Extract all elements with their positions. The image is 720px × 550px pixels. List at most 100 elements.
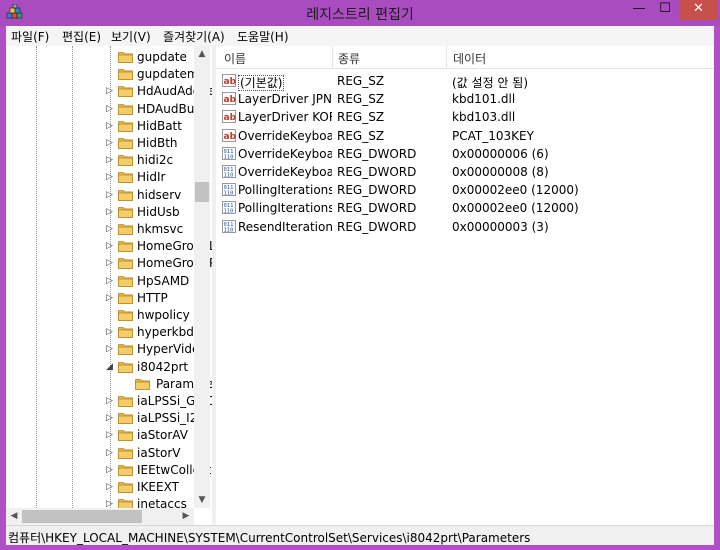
svg-text:110: 110	[224, 227, 234, 233]
tree-key-label[interactable]: IKEEXT	[137, 480, 179, 494]
tree-key-label[interactable]: hwpolicy	[137, 308, 190, 322]
tree-vertical-scrollbar[interactable]: ▲ ▼	[194, 46, 210, 508]
value-row[interactable]: 011 110 PollingIterations REG_DWORD 0x00002e…	[216, 181, 714, 199]
collapse-arrow-icon[interactable]: ◢	[106, 362, 113, 372]
column-header-data[interactable]: 데이터	[453, 50, 486, 67]
expand-arrow-icon[interactable]: ▷	[106, 327, 113, 337]
horizontal-scroll-thumb[interactable]	[22, 510, 142, 523]
expand-arrow-icon[interactable]: ▷	[106, 258, 113, 268]
value-name-cell: LayerDriver JPN	[238, 92, 332, 106]
maximize-button[interactable]: ☐	[652, 0, 678, 20]
menu-file[interactable]: 파일(F)	[11, 28, 49, 45]
column-header-type[interactable]: 종류	[338, 50, 360, 67]
expand-arrow-icon[interactable]: ▷	[106, 155, 113, 165]
menu-view[interactable]: 보기(V)	[111, 28, 151, 45]
minimize-button[interactable]: —	[626, 0, 652, 20]
expand-arrow-icon[interactable]: ▷	[106, 448, 113, 458]
expand-arrow-icon[interactable]: ▷	[106, 224, 113, 234]
value-data: 0x00002ee0 (12000)	[452, 183, 579, 198]
value-row[interactable]: 011 110 ResendIterations REG_DWORD 0x0000000…	[216, 218, 714, 236]
value-row[interactable]: 011110OverrideKeyboa... REG_DWORD 0x000000…	[216, 163, 714, 181]
tree-key-label[interactable]: iaStorV	[137, 446, 181, 460]
folder-icon	[118, 189, 133, 201]
expand-arrow-icon[interactable]: ▷	[106, 104, 113, 114]
tree-key-label[interactable]: HpSAMD	[137, 274, 189, 288]
binary-value-icon: 011 110	[222, 201, 236, 215]
expand-arrow-icon[interactable]: ▷	[106, 138, 113, 148]
expand-arrow-icon[interactable]: ▷	[106, 293, 113, 303]
key-tree-pane[interactable]: gupdategupdatem▷HdAudAddService▷HDAudBus…	[6, 46, 213, 525]
expand-arrow-icon[interactable]: ▷	[106, 86, 113, 96]
binary-value-icon: 011 110	[222, 219, 236, 233]
value-row[interactable]: ab (기본값) REG_SZ (값 설정 안 됨)	[216, 72, 714, 91]
expand-arrow-icon[interactable]: ▷	[106, 396, 113, 406]
value-data: kbd103.dll	[452, 110, 516, 125]
folder-icon	[118, 326, 133, 339]
binary-value-icon: 011 110	[222, 183, 236, 197]
close-button[interactable]: ✕	[679, 0, 718, 20]
string-value-icon: ab	[222, 110, 237, 124]
value-type: REG_SZ	[337, 110, 385, 125]
tree-key-label[interactable]: iaStorAV	[137, 428, 188, 442]
tree-key-label[interactable]: HDAudBus	[137, 102, 201, 116]
scroll-down-arrow-icon[interactable]: ▼	[194, 492, 210, 508]
expand-arrow-icon[interactable]: ▷	[106, 121, 113, 131]
svg-text:110: 110	[224, 154, 234, 160]
value-data: 0x00002ee0 (12000)	[452, 201, 579, 216]
values-list-pane[interactable]: 이름 종류 데이터 ab (기본값) REG_SZ (값 설정 안 됨) ab Layer…	[216, 46, 714, 525]
folder-icon	[118, 395, 133, 407]
expand-arrow-icon[interactable]: ▷	[106, 344, 113, 354]
tree-key-label[interactable]: hidi2c	[137, 153, 173, 167]
folder-icon	[118, 257, 133, 270]
column-header-name[interactable]: 이름	[224, 50, 246, 67]
folder-icon	[118, 429, 133, 442]
folder-icon	[118, 343, 133, 356]
value-type: REG_SZ	[337, 92, 385, 107]
expand-arrow-icon[interactable]: ▷	[106, 465, 113, 475]
value-name: PollingIterations	[238, 183, 332, 198]
expand-arrow-icon[interactable]: ▷	[106, 207, 113, 217]
tree-key-label[interactable]: i8042prt	[137, 360, 188, 374]
scroll-left-arrow-icon[interactable]: ◀	[6, 508, 22, 525]
tree-key-label[interactable]: HidUsb	[137, 205, 180, 219]
expand-arrow-icon[interactable]: ▷	[106, 413, 113, 423]
tree-key-label[interactable]: hyperkbd	[137, 325, 194, 339]
status-path: 컴퓨터\HKEY_LOCAL_MACHINE\SYSTEM\CurrentCon…	[8, 531, 531, 545]
scroll-right-arrow-icon[interactable]: ▶	[178, 508, 194, 525]
window-title: 레지스트리 편집기	[306, 7, 414, 23]
expand-arrow-icon[interactable]: ▷	[106, 430, 113, 440]
value-row[interactable]: ab LayerDriver JPN REG_SZ kbd101.dll	[216, 90, 714, 108]
tree-key-label[interactable]: hidserv	[137, 188, 181, 202]
expand-arrow-icon[interactable]: ▷	[106, 241, 113, 251]
tree-key-label[interactable]: HidIr	[137, 170, 165, 184]
value-row[interactable]: 011110OverrideKeyboa... REG_DWORD 0x000000…	[216, 145, 714, 163]
value-name-cell: PollingIterations	[238, 183, 332, 197]
binary-value-icon: 011 110	[222, 165, 236, 179]
tree-key-label[interactable]: HidBatt	[137, 119, 182, 133]
tree-key-label[interactable]: gupdatem	[137, 67, 199, 81]
tree-key-label[interactable]: HTTP	[137, 291, 168, 305]
expand-arrow-icon[interactable]: ▷	[106, 190, 113, 200]
menu-edit[interactable]: 편집(E)	[62, 28, 101, 45]
value-name: OverrideKeyboa...	[238, 146, 332, 161]
menu-favorites[interactable]: 즐겨찾기(A)	[163, 28, 225, 45]
value-name-cell: OverrideKeyboa...	[238, 165, 332, 179]
value-row[interactable]: abOverrideKeyboa... REG_SZ PCAT_103KEY	[216, 127, 714, 145]
folder-icon	[118, 309, 133, 321]
value-type: REG_DWORD	[337, 201, 417, 216]
tree-horizontal-scrollbar[interactable]: ◀ ▶	[6, 508, 194, 525]
scroll-up-arrow-icon[interactable]: ▲	[194, 46, 210, 62]
expand-arrow-icon[interactable]: ▷	[106, 276, 113, 286]
string-value-icon: ab	[222, 74, 237, 87]
expand-arrow-icon[interactable]: ▷	[106, 172, 113, 182]
value-row[interactable]: ab LayerDriver KOR REG_SZ kbd103.dll	[216, 108, 714, 126]
expand-arrow-icon[interactable]: ▷	[106, 482, 113, 492]
menu-help[interactable]: 도움말(H)	[237, 28, 289, 45]
tree-key-label[interactable]: hkmsvc	[137, 222, 183, 236]
value-name-cell: (기본값)	[238, 74, 332, 91]
tree-key-label[interactable]: HidBth	[137, 136, 178, 150]
value-row[interactable]: 011110PollingIterations... REG_DWORD 0x000…	[216, 199, 714, 217]
scroll-thumb[interactable]	[195, 182, 209, 202]
registry-editor-client: gupdategupdatem▷HdAudAddService▷HDAudBus…	[6, 46, 714, 525]
tree-key-label[interactable]: gupdate	[137, 50, 187, 64]
